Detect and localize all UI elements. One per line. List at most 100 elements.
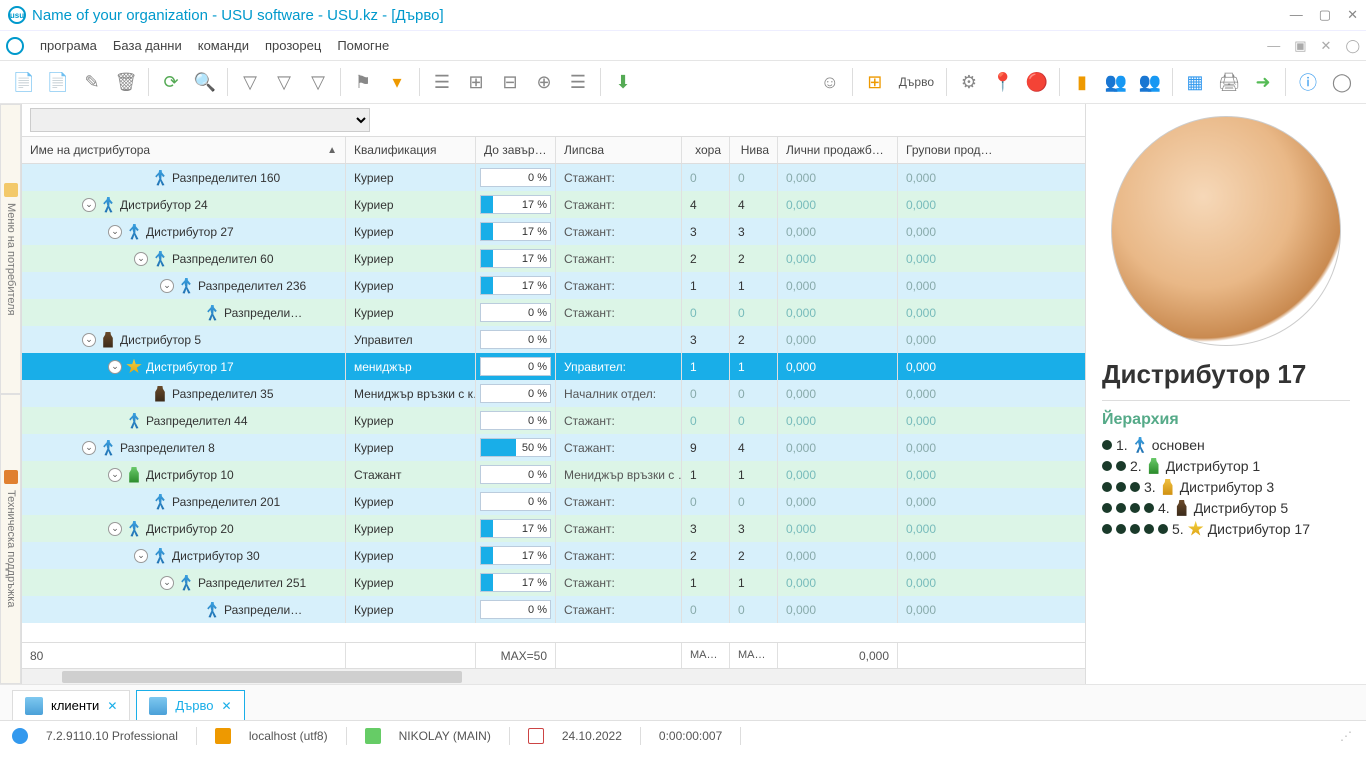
new-doc-icon[interactable]: 📄 bbox=[8, 66, 40, 98]
tab-клиенти[interactable]: клиенти✕ bbox=[12, 690, 130, 720]
expand-icon[interactable]: ⌄ bbox=[82, 441, 96, 455]
expand-icon[interactable]: ⌄ bbox=[160, 576, 174, 590]
row-personal: 0,000 bbox=[778, 407, 898, 434]
refresh-icon[interactable]: ⟳ bbox=[155, 66, 187, 98]
edit-icon[interactable]: ✎ bbox=[76, 66, 108, 98]
tree-add-icon[interactable]: ⊕ bbox=[528, 66, 560, 98]
hierarchy-item[interactable]: 2. Дистрибутор 1 bbox=[1102, 458, 1350, 474]
menu-програма[interactable]: програма bbox=[32, 38, 105, 53]
go-icon[interactable]: ➜ bbox=[1247, 66, 1279, 98]
grid: Име на дистрибутора▲ Квалификация До зав… bbox=[22, 104, 1086, 684]
table-row[interactable]: ⌄Дистрибутор 17мениджър0 %Управител:110,… bbox=[22, 353, 1085, 380]
menu-Помогне[interactable]: Помогне bbox=[329, 38, 397, 53]
expand-icon[interactable]: ⌄ bbox=[108, 468, 122, 482]
horizontal-scrollbar[interactable] bbox=[22, 668, 1085, 684]
mdi-minimize-button[interactable]: — bbox=[1267, 38, 1280, 54]
search-icon[interactable]: 🔍 bbox=[189, 66, 221, 98]
image-icon[interactable]: ▾ bbox=[381, 66, 413, 98]
smile-icon[interactable]: ☺ bbox=[814, 66, 846, 98]
tab-icon bbox=[149, 697, 167, 715]
hierarchy-item[interactable]: 3. Дистрибутор 3 bbox=[1102, 479, 1350, 495]
hierarchy-item[interactable]: 1. основен bbox=[1102, 437, 1350, 453]
table-row[interactable]: Разпределител 160Куриер0 %Стажант:000,00… bbox=[22, 164, 1085, 191]
filter-dropdown[interactable] bbox=[30, 108, 370, 132]
maximize-button[interactable]: ▢ bbox=[1319, 7, 1331, 23]
sidetab-user-menu[interactable]: Меню на потребителя bbox=[0, 104, 21, 394]
table-row[interactable]: Разпредели…Куриер0 %Стажант:000,0000,000 bbox=[22, 596, 1085, 623]
users-icon[interactable]: 👥 bbox=[1100, 66, 1132, 98]
expand-icon[interactable]: ⌄ bbox=[160, 279, 174, 293]
filter-clear-icon[interactable]: ▽ bbox=[302, 66, 334, 98]
help-toolbar-icon[interactable]: ◯ bbox=[1326, 66, 1358, 98]
menu-База данни[interactable]: База данни bbox=[105, 38, 190, 53]
pin-icon[interactable]: 📍 bbox=[987, 66, 1019, 98]
sidetab-support[interactable]: Техническа поддръжка bbox=[0, 394, 21, 684]
expand-icon[interactable]: ⌄ bbox=[108, 522, 122, 536]
col-personal-sales[interactable]: Лични продажби. 1 м… bbox=[778, 137, 898, 163]
col-people[interactable]: хора bbox=[682, 137, 730, 163]
row-missing: Стажант: bbox=[556, 596, 682, 623]
hierarchy-item[interactable]: 4. Дистрибутор 5 bbox=[1102, 500, 1350, 516]
table-row[interactable]: ⌄Дистрибутор 20Куриер17 %Стажант:330,000… bbox=[22, 515, 1085, 542]
table-row[interactable]: Разпределител 201Куриер0 %Стажант:000,00… bbox=[22, 488, 1085, 515]
hierarchy-item[interactable]: 5. Дистрибутор 17 bbox=[1102, 521, 1350, 537]
table-row[interactable]: ⌄Разпределител 236Куриер17 %Стажант:110,… bbox=[22, 272, 1085, 299]
table-row[interactable]: Разпределител 44Куриер0 %Стажант:000,000… bbox=[22, 407, 1085, 434]
expand-icon[interactable]: ⌄ bbox=[82, 333, 96, 347]
delete-doc-icon[interactable]: 🗑 bbox=[110, 66, 142, 98]
group-icon[interactable]: 👥 bbox=[1134, 66, 1166, 98]
table-row[interactable]: ⌄Разпределител 60Куриер17 %Стажант:220,0… bbox=[22, 245, 1085, 272]
color-icon[interactable]: 🔴 bbox=[1021, 66, 1053, 98]
tab-close-icon[interactable]: ✕ bbox=[107, 699, 117, 713]
table-row[interactable]: ⌄Дистрибутор 27Куриер17 %Стажант:330,000… bbox=[22, 218, 1085, 245]
tab-label: Дърво bbox=[175, 698, 213, 713]
col-progress[interactable]: До завършва… bbox=[476, 137, 556, 163]
mdi-restore-button[interactable]: ▣ bbox=[1294, 38, 1306, 54]
close-button[interactable]: ✕ bbox=[1347, 7, 1358, 23]
tree-view-icon[interactable]: ☰ bbox=[562, 66, 594, 98]
flag-icon[interactable]: ⚑ bbox=[347, 66, 379, 98]
col-name[interactable]: Име на дистрибутора▲ bbox=[22, 137, 346, 163]
tree-collapse-icon[interactable]: ⊟ bbox=[494, 66, 526, 98]
mdi-close-button[interactable]: ✕ bbox=[1321, 38, 1332, 54]
tree-mode-icon[interactable]: ⊞ bbox=[859, 66, 891, 98]
table-row[interactable]: ⌄Дистрибутор 30Куриер17 %Стажант:220,000… bbox=[22, 542, 1085, 569]
expand-icon[interactable]: ⌄ bbox=[108, 360, 122, 374]
gear-icon[interactable]: ⚙ bbox=[953, 66, 985, 98]
rss-icon[interactable]: ▮ bbox=[1066, 66, 1098, 98]
info-icon[interactable]: ⓘ bbox=[1292, 66, 1324, 98]
menu-команди[interactable]: команди bbox=[190, 38, 257, 53]
tab-Дърво[interactable]: Дърво ✕ bbox=[136, 690, 244, 720]
col-levels[interactable]: Нива bbox=[730, 137, 778, 163]
tree-expand-icon[interactable]: ⊞ bbox=[460, 66, 492, 98]
calendar-icon[interactable]: ▦ bbox=[1179, 66, 1211, 98]
filter-edit-icon[interactable]: ▽ bbox=[268, 66, 300, 98]
table-row[interactable]: ⌄Дистрибутор 10Стажант0 %Мениджър връзки… bbox=[22, 461, 1085, 488]
resize-grip-icon[interactable]: ⋰ bbox=[1340, 729, 1354, 743]
row-personal: 0,000 bbox=[778, 299, 898, 326]
expand-icon[interactable]: ⌄ bbox=[82, 198, 96, 212]
expand-icon[interactable]: ⌄ bbox=[134, 252, 148, 266]
table-row[interactable]: ⌄Разпределител 8Куриер50 %Стажант:940,00… bbox=[22, 434, 1085, 461]
col-missing[interactable]: Липсва bbox=[556, 137, 682, 163]
list-icon[interactable]: ☰ bbox=[426, 66, 458, 98]
table-row[interactable]: ⌄Разпределител 251Куриер17 %Стажант:110,… bbox=[22, 569, 1085, 596]
row-qual: мениджър bbox=[346, 353, 476, 380]
tab-close-icon[interactable]: ✕ bbox=[222, 699, 232, 713]
filter-icon[interactable]: ▽ bbox=[234, 66, 266, 98]
row-group: 0,000 bbox=[898, 515, 1006, 542]
col-group-sales[interactable]: Групови продажб… bbox=[898, 137, 1006, 163]
minimize-button[interactable]: — bbox=[1290, 7, 1303, 23]
table-row[interactable]: ⌄Дистрибутор 5Управител0 %320,0000,000 bbox=[22, 326, 1085, 353]
table-row[interactable]: Разпредели…Куриер0 %Стажант:000,0000,000 bbox=[22, 299, 1085, 326]
expand-icon[interactable]: ⌄ bbox=[134, 549, 148, 563]
open-doc-icon[interactable]: 📄 bbox=[42, 66, 74, 98]
download-icon[interactable]: ⬇ bbox=[607, 66, 639, 98]
col-qualification[interactable]: Квалификация bbox=[346, 137, 476, 163]
help-icon[interactable]: ◯ bbox=[1345, 38, 1360, 54]
table-row[interactable]: Разпределител 35Мениджър връзки с к…0 %Н… bbox=[22, 380, 1085, 407]
expand-icon[interactable]: ⌄ bbox=[108, 225, 122, 239]
table-row[interactable]: ⌄Дистрибутор 24Куриер17 %Стажант:440,000… bbox=[22, 191, 1085, 218]
menu-прозорец[interactable]: прозорец bbox=[257, 38, 329, 53]
print-icon[interactable]: 🖨 bbox=[1213, 66, 1245, 98]
